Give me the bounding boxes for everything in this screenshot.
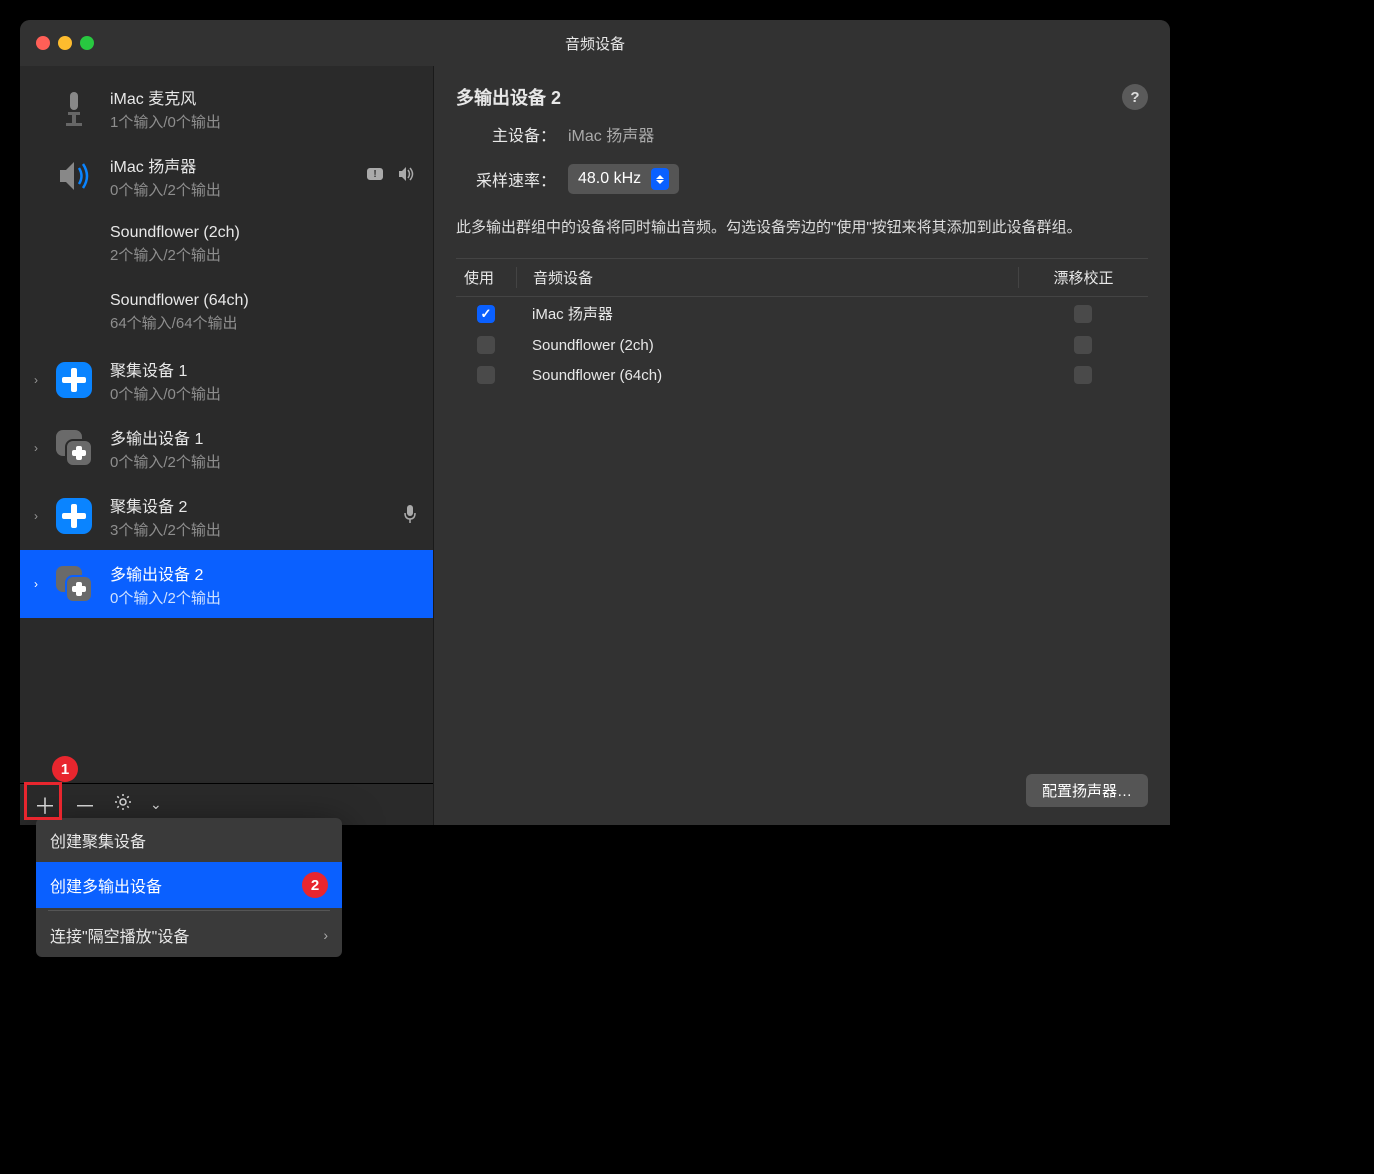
microphone-small-icon bbox=[403, 504, 417, 529]
row-device-name: Soundflower (64ch) bbox=[516, 367, 1018, 384]
device-sub: 0个输入/2个输出 bbox=[110, 587, 423, 608]
device-name: iMac 麦克风 bbox=[110, 85, 423, 109]
device-sub: 0个输入/0个输出 bbox=[110, 383, 423, 404]
menu-separator bbox=[48, 910, 330, 911]
device-name: 多输出设备 2 bbox=[110, 561, 423, 585]
table-row: Soundflower (2ch) bbox=[456, 330, 1148, 360]
device-name: 聚集设备 1 bbox=[110, 357, 423, 381]
blank-icon bbox=[52, 222, 96, 266]
chevron-down-icon[interactable]: ⌄ bbox=[150, 796, 162, 813]
svg-text:!: ! bbox=[373, 169, 376, 180]
aggregate-icon bbox=[52, 494, 96, 538]
device-imac-mic[interactable]: iMac 麦克风 1个输入/0个输出 bbox=[20, 74, 433, 142]
col-drift: 漂移校正 bbox=[1018, 267, 1148, 288]
device-name: iMac 扬声器 bbox=[110, 153, 367, 177]
annotation-badge-2: 2 bbox=[302, 872, 328, 898]
use-checkbox[interactable] bbox=[477, 305, 495, 323]
window-title: 音频设备 bbox=[20, 33, 1170, 54]
device-soundflower-2ch[interactable]: Soundflower (2ch) 2个输入/2个输出 bbox=[20, 210, 433, 278]
menu-label: 创建多输出设备 bbox=[50, 873, 162, 897]
description-text: 此多输出群组中的设备将同时输出音频。勾选设备旁边的"使用"按钮来将其添加到此设备… bbox=[456, 216, 1148, 240]
chevron-right-icon[interactable]: › bbox=[34, 577, 38, 591]
panel-title: 多输出设备 2 bbox=[456, 84, 1122, 110]
device-name: 多输出设备 1 bbox=[110, 425, 423, 449]
titlebar: 音频设备 bbox=[20, 20, 1170, 66]
speaker-icon bbox=[52, 154, 96, 198]
chevron-right-icon[interactable]: › bbox=[34, 509, 38, 523]
device-sub: 2个输入/2个输出 bbox=[110, 244, 423, 265]
microphone-icon bbox=[52, 86, 96, 130]
chevron-right-icon[interactable]: › bbox=[34, 441, 38, 455]
menu-label: 创建聚集设备 bbox=[50, 828, 146, 852]
annotation-badge-1: 1 bbox=[52, 756, 78, 782]
help-button[interactable]: ? bbox=[1122, 84, 1148, 110]
use-checkbox[interactable] bbox=[477, 366, 495, 384]
device-name: Soundflower (2ch) bbox=[110, 224, 423, 242]
menu-create-multi-output[interactable]: 创建多输出设备 2 bbox=[36, 862, 342, 908]
row-device-name: Soundflower (2ch) bbox=[516, 337, 1018, 354]
main-panel: 多输出设备 2 主设备： iMac 扬声器 采样速率： 48.0 kHz ? bbox=[434, 66, 1170, 825]
device-soundflower-64ch[interactable]: Soundflower (64ch) 64个输入/64个输出 bbox=[20, 278, 433, 346]
table-header: 使用 音频设备 漂移校正 bbox=[456, 259, 1148, 297]
master-device-label: 主设备： bbox=[456, 122, 556, 146]
device-list: iMac 麦克风 1个输入/0个输出 iMac 扬声器 0个输入/2个输出 ! bbox=[20, 66, 433, 783]
row-device-name: iMac 扬声器 bbox=[516, 303, 1018, 324]
drift-checkbox[interactable] bbox=[1074, 366, 1092, 384]
col-device: 音频设备 bbox=[516, 267, 1018, 288]
aggregate-icon bbox=[52, 358, 96, 402]
device-sub: 64个输入/64个输出 bbox=[110, 312, 423, 333]
sample-rate-value: 48.0 kHz bbox=[578, 170, 641, 188]
device-sub: 0个输入/2个输出 bbox=[110, 451, 423, 472]
chevron-right-icon: › bbox=[323, 927, 328, 943]
menu-label: 连接"隔空播放"设备 bbox=[50, 923, 189, 947]
select-arrows-icon bbox=[651, 168, 669, 190]
device-multi-output-2[interactable]: › 多输出设备 2 0个输入/2个输出 bbox=[20, 550, 433, 618]
configure-speakers-button[interactable]: 配置扬声器… bbox=[1026, 774, 1148, 807]
remove-button[interactable]: － bbox=[74, 789, 96, 821]
device-sub: 0个输入/2个输出 bbox=[110, 179, 367, 200]
chevron-right-icon[interactable]: › bbox=[34, 373, 38, 387]
device-sub: 3个输入/2个输出 bbox=[110, 519, 403, 540]
add-menu-popup: 创建聚集设备 创建多输出设备 2 连接"隔空播放"设备 › bbox=[36, 818, 342, 957]
volume-indicator-icon: ! bbox=[367, 166, 387, 187]
drift-checkbox[interactable] bbox=[1074, 305, 1092, 323]
master-device-value: iMac 扬声器 bbox=[568, 122, 654, 146]
device-multi-output-1[interactable]: › 多输出设备 1 0个输入/2个输出 bbox=[20, 414, 433, 482]
sample-rate-select[interactable]: 48.0 kHz bbox=[568, 164, 679, 194]
gear-icon[interactable] bbox=[114, 793, 132, 816]
device-imac-speaker[interactable]: iMac 扬声器 0个输入/2个输出 ! bbox=[20, 142, 433, 210]
menu-create-aggregate[interactable]: 创建聚集设备 bbox=[36, 818, 342, 862]
device-table: 使用 音频设备 漂移校正 iMac 扬声器 Soundflower (2ch) … bbox=[456, 258, 1148, 390]
device-aggregate-2[interactable]: › 聚集设备 2 3个输入/2个输出 bbox=[20, 482, 433, 550]
drift-checkbox[interactable] bbox=[1074, 336, 1092, 354]
multi-output-icon bbox=[52, 426, 96, 470]
device-name: Soundflower (64ch) bbox=[110, 292, 423, 310]
device-name: 聚集设备 2 bbox=[110, 493, 403, 517]
speaker-small-icon bbox=[397, 166, 417, 187]
sample-rate-label: 采样速率： bbox=[456, 167, 556, 191]
annotation-box-1 bbox=[24, 782, 62, 820]
audio-devices-window: 音频设备 iMac 麦克风 1个输入/0个输出 bbox=[20, 20, 1170, 825]
menu-connect-airplay[interactable]: 连接"隔空播放"设备 › bbox=[36, 913, 342, 957]
blank-icon bbox=[52, 290, 96, 334]
device-aggregate-1[interactable]: › 聚集设备 1 0个输入/0个输出 bbox=[20, 346, 433, 414]
col-use: 使用 bbox=[456, 267, 516, 288]
table-row: Soundflower (64ch) bbox=[456, 360, 1148, 390]
device-sub: 1个输入/0个输出 bbox=[110, 111, 423, 132]
table-row: iMac 扬声器 bbox=[456, 297, 1148, 330]
sidebar: iMac 麦克风 1个输入/0个输出 iMac 扬声器 0个输入/2个输出 ! bbox=[20, 66, 434, 825]
use-checkbox[interactable] bbox=[477, 336, 495, 354]
multi-output-icon bbox=[52, 562, 96, 606]
